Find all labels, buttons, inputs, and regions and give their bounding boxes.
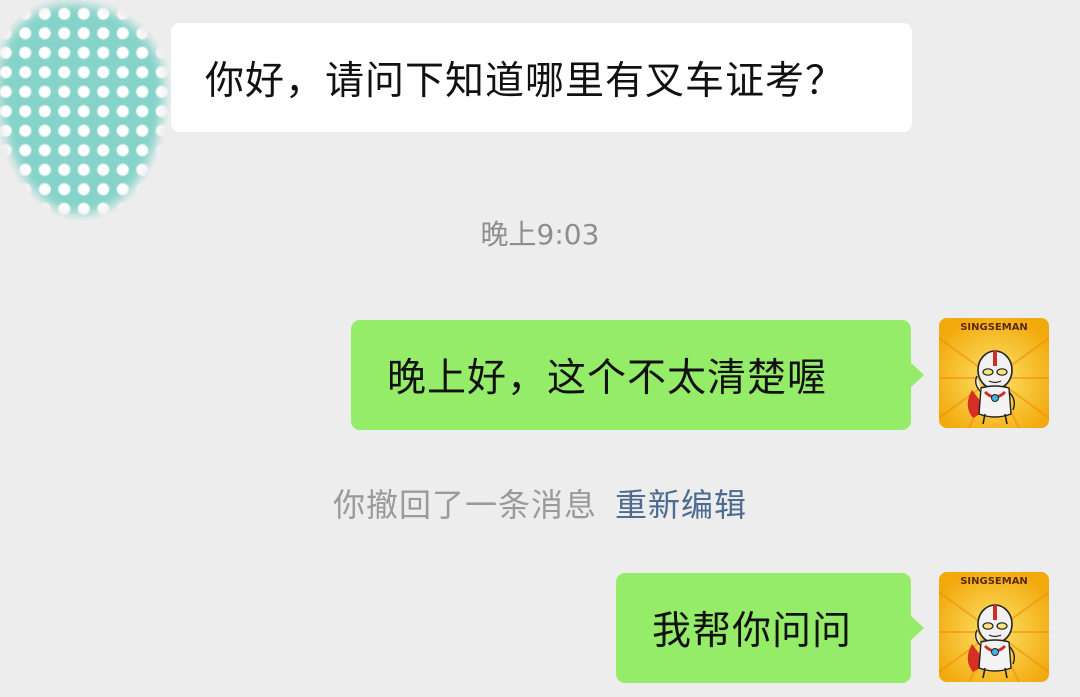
my-avatar[interactable]: SINGSEMAN [939, 572, 1049, 682]
message-text: 晚上好，这个不太清楚喔 [387, 356, 828, 401]
avatar-caption: SINGSEMAN [960, 322, 1028, 333]
message-text: 你好，请问下知道哪里有叉车证考？ [205, 58, 846, 104]
message-timestamp: 晚上9:03 [480, 218, 600, 251]
avatar-caption: SINGSEMAN [960, 576, 1028, 587]
ultraman-sticker-icon [939, 572, 1049, 682]
recalled-message-notice: 你撤回了一条消息 重新编辑 [0, 480, 1080, 526]
re-edit-link[interactable]: 重新编辑 [615, 486, 747, 524]
incoming-message-bubble[interactable]: 你好，请问下知道哪里有叉车证考？ [171, 23, 912, 132]
recall-notice-text: 你撤回了一条消息 [332, 486, 597, 524]
outgoing-message-bubble[interactable]: 晚上好，这个不太清楚喔 [351, 320, 924, 430]
my-avatar[interactable]: SINGSEMAN [939, 318, 1049, 428]
outgoing-message-bubble[interactable]: 我帮你问问 [616, 573, 924, 683]
ultraman-sticker-icon [939, 318, 1049, 428]
message-text: 我帮你问问 [652, 609, 853, 654]
contact-avatar[interactable] [0, 0, 170, 220]
